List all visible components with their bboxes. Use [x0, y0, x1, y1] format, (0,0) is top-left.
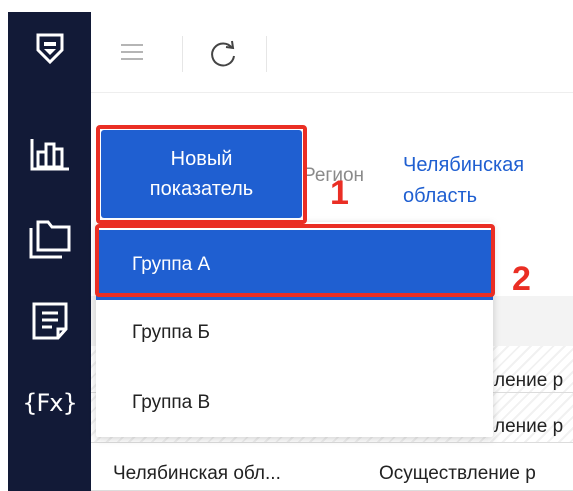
hamburger-icon[interactable] — [121, 43, 143, 66]
chart-icon[interactable] — [8, 138, 91, 172]
step-number-1: 1 — [330, 174, 349, 212]
dropdown-item-group-c[interactable]: Группа В — [96, 368, 493, 438]
table-cell-activity: Осуществление р — [379, 463, 536, 484]
step-number-2: 2 — [512, 260, 531, 298]
shield-logo-icon[interactable] — [8, 32, 91, 66]
highlight-step-1 — [96, 125, 307, 224]
region-filter-value[interactable]: Челябинская область — [403, 150, 573, 212]
table-cell-region: Челябинская обл... — [113, 463, 281, 484]
dropdown-item-group-b[interactable]: Группа Б — [96, 298, 493, 368]
table-cell-activity: ление р — [494, 416, 564, 437]
table-cell-activity: ление р — [494, 370, 564, 391]
formula-icon-text: {Fx} — [22, 389, 78, 417]
top-toolbar — [91, 12, 573, 90]
toolbar-divider — [266, 36, 267, 72]
row-divider — [91, 442, 573, 443]
document-icon[interactable] — [8, 301, 91, 341]
refresh-icon[interactable] — [208, 39, 238, 74]
left-sidebar: {Fx} — [8, 12, 91, 491]
formula-icon[interactable]: {Fx} — [8, 389, 91, 417]
toolbar-divider — [182, 36, 183, 72]
folders-icon[interactable] — [8, 219, 91, 259]
highlight-step-2 — [95, 224, 495, 297]
toolbar-border — [91, 92, 573, 93]
